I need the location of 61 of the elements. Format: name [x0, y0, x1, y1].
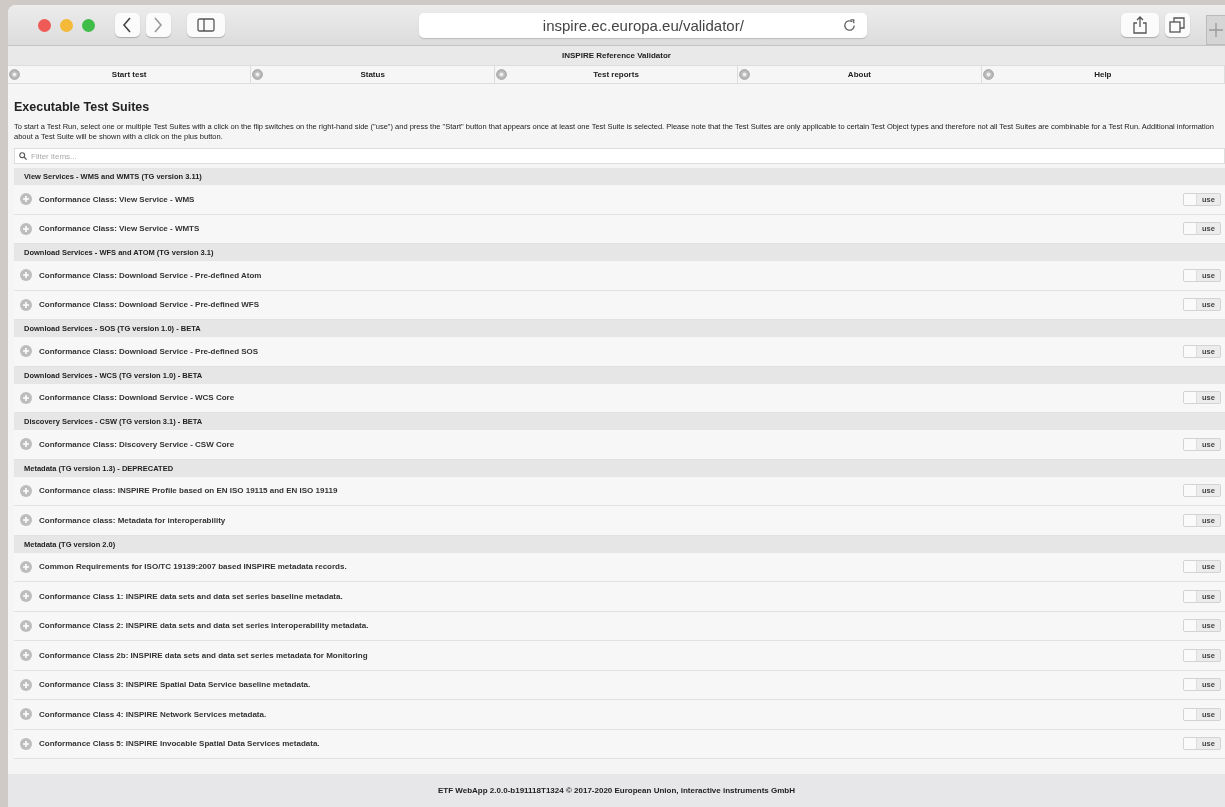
plus-icon[interactable] — [20, 737, 32, 750]
test-suite-name: Conformance Class 5: INSPIRE Invocable Spatial Data Services metadata. — [39, 739, 321, 749]
search-icon — [19, 152, 27, 160]
test-suite-name: Conformance Class 4: INSPIRE Network Services metadata. — [39, 709, 268, 719]
tabs-icon — [1169, 17, 1186, 33]
test-suite-name: Conformance Class: Download Service - Pre-defined SOS — [39, 346, 260, 356]
address-field[interactable]: inspire.ec.europa.eu/validator/ — [419, 12, 868, 38]
test-suite-name: Common Requirements for ISO/TC 19139:2007 based INSPIRE metadata records. — [39, 562, 348, 572]
test-suite-name: Conformance class: Metadata for interoperability — [39, 515, 227, 525]
test-suite-name: Conformance Class: Download Service - WCS Core — [39, 393, 236, 403]
plus-icon[interactable] — [20, 514, 32, 527]
page-heading: Executable Test Suites — [14, 100, 151, 114]
footer-text: ETF WebApp 2.0.0-b191118T1324 © 2017-2020 European Union, interactive instruments GmbH — [438, 786, 795, 795]
sidebar-button[interactable] — [186, 13, 226, 37]
forward-button[interactable] — [146, 13, 171, 37]
test-suite-name: Conformance Class 2: INSPIRE data sets and data set series interoperability metadata. — [39, 621, 370, 631]
zoom-window-button[interactable] — [82, 18, 95, 32]
plus-icon[interactable] — [20, 649, 32, 662]
minimize-window-button[interactable] — [60, 18, 73, 32]
nav-icon — [982, 69, 994, 80]
test-suite-name: Conformance Class 2b: INSPIRE data sets and data set series metadata for Monitoring — [39, 650, 369, 660]
test-suite-name: Conformance Class: Download Service - Pre-defined Atom — [39, 270, 263, 280]
nav-tab[interactable]: Test reports — [494, 66, 739, 83]
plus-icon[interactable] — [20, 590, 32, 603]
sidebar-icon — [197, 18, 216, 32]
nav-icon — [739, 69, 751, 80]
share-button[interactable] — [1121, 13, 1159, 37]
app-title: INSPIRE Reference Validator — [8, 46, 1225, 66]
plus-icon[interactable] — [20, 619, 32, 632]
test-suite-name: Conformance Class: Discovery Service - CSW Core — [39, 439, 236, 449]
nav-icon — [252, 69, 264, 80]
nav-tab[interactable]: Start test — [8, 66, 252, 83]
nav-tab[interactable]: Help — [981, 66, 1225, 83]
nav-tab[interactable]: Status — [251, 66, 495, 83]
new-tab-button[interactable] — [1205, 15, 1225, 45]
test-suite-name: Conformance Class: View Service - WMS — [39, 194, 196, 204]
test-suite-name: Conformance Class 3: INSPIRE Spatial Data Service baseline metadata. — [39, 680, 312, 690]
reload-icon[interactable] — [842, 17, 858, 33]
test-suite-name: Conformance Class 1: INSPIRE data sets and data set series baseline metadata. — [39, 591, 344, 601]
plus-icon[interactable] — [20, 298, 32, 311]
plus-icon[interactable] — [20, 193, 32, 206]
plus-icon[interactable] — [20, 560, 32, 573]
tabs-button[interactable] — [1164, 13, 1190, 37]
test-suite-name: Conformance Class: View Service - WMTS — [39, 224, 201, 234]
share-icon — [1133, 16, 1147, 34]
back-button[interactable] — [115, 13, 140, 37]
plus-icon[interactable] — [20, 678, 32, 691]
plus-icon — [1208, 23, 1223, 37]
nav-icon — [495, 69, 507, 80]
close-window-button[interactable] — [38, 18, 51, 32]
plus-icon[interactable] — [20, 391, 32, 404]
plus-icon[interactable] — [20, 222, 32, 235]
nav-tab[interactable]: About — [738, 66, 982, 83]
test-suite-name: Conformance Class: Download Service - Pre-defined WFS — [39, 300, 261, 310]
plus-icon[interactable] — [20, 269, 32, 282]
filter-field[interactable]: Filter items... — [14, 148, 1225, 164]
plus-icon[interactable] — [20, 708, 32, 721]
test-suite-name: Conformance class: INSPIRE Profile based on EN ISO 19115 and EN ISO 19119 — [39, 486, 339, 496]
plus-icon[interactable] — [20, 484, 32, 497]
plus-icon[interactable] — [20, 345, 32, 358]
plus-icon[interactable] — [20, 438, 32, 451]
